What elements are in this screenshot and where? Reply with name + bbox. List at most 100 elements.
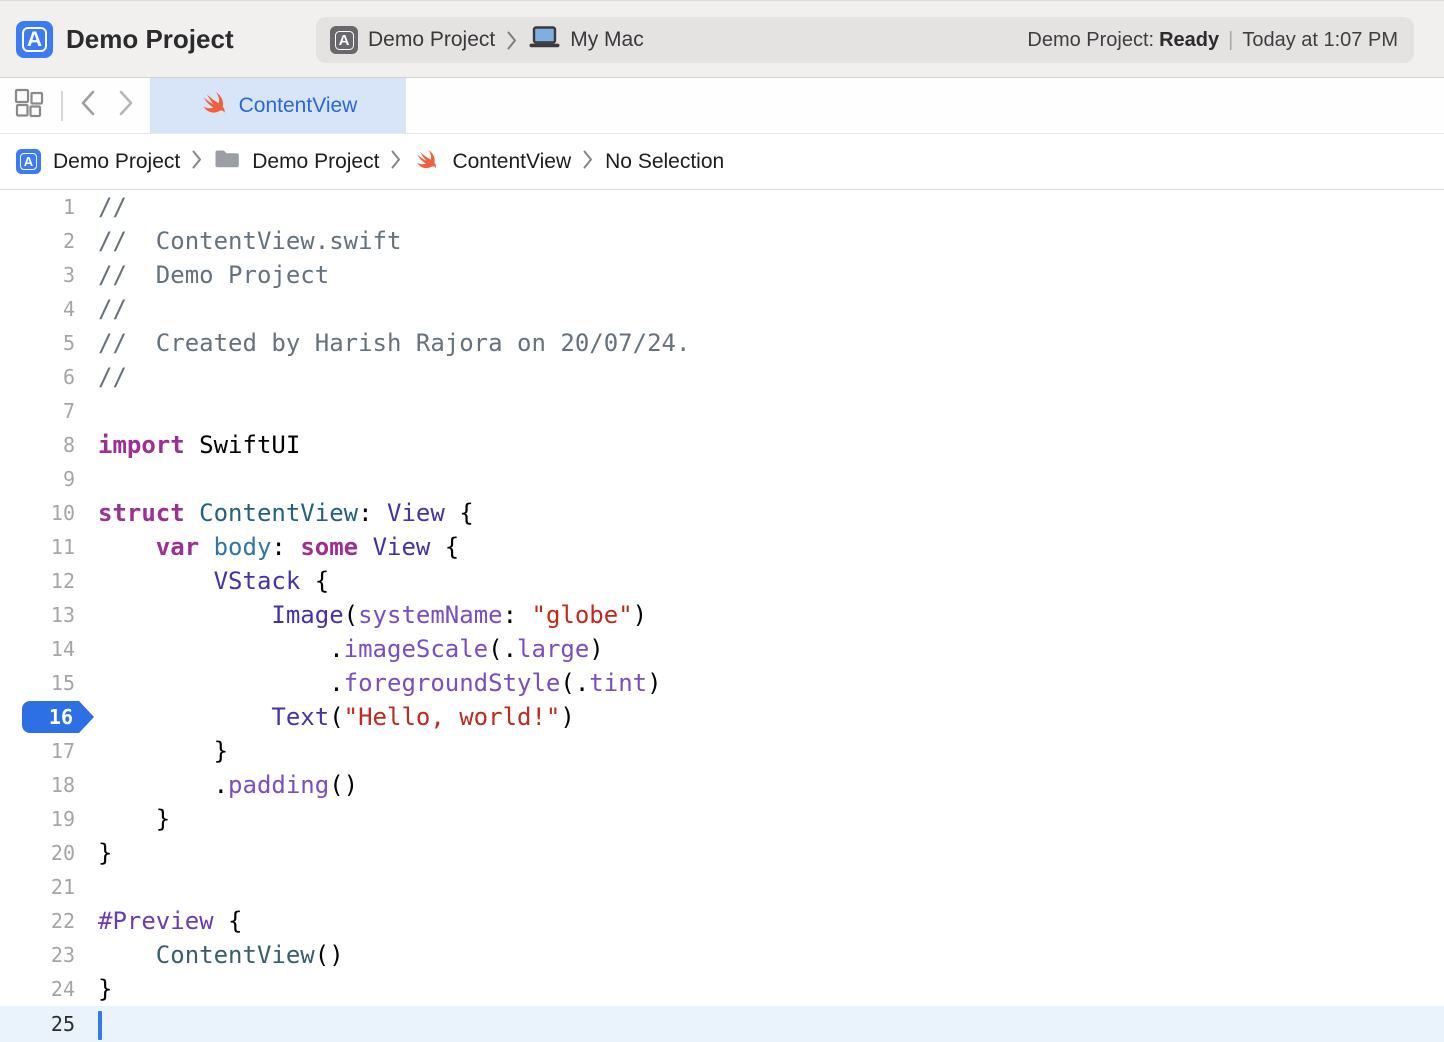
code-text[interactable]: //	[75, 190, 127, 224]
toolbar: A Demo Project A Demo Project My Mac	[0, 0, 1444, 78]
line-number-gutter[interactable]: 4	[0, 292, 75, 326]
editor-grid-button[interactable]	[12, 78, 48, 133]
line-number: 12	[51, 569, 75, 593]
code-line-20[interactable]: 20}	[0, 836, 1444, 870]
code-line-14[interactable]: 14 .imageScale(.large)	[0, 632, 1444, 666]
code-line-2[interactable]: 2// ContentView.swift	[0, 224, 1444, 258]
code-line-7[interactable]: 7	[0, 394, 1444, 428]
line-number-gutter[interactable]: 11	[0, 530, 75, 564]
line-number-gutter[interactable]: 15	[0, 666, 75, 700]
code-line-5[interactable]: 5// Created by Harish Rajora on 20/07/24…	[0, 326, 1444, 360]
code-line-21[interactable]: 21	[0, 870, 1444, 904]
code-line-16[interactable]: 16 Text("Hello, world!")	[0, 700, 1444, 734]
line-number: 20	[51, 841, 75, 865]
code-line-19[interactable]: 19 }	[0, 802, 1444, 836]
code-line-18[interactable]: 18 .padding()	[0, 768, 1444, 802]
line-number: 25	[51, 1012, 75, 1036]
line-number: 16	[49, 705, 73, 729]
line-number-gutter[interactable]: 23	[0, 938, 75, 972]
code-line-10[interactable]: 10struct ContentView: View {	[0, 496, 1444, 530]
line-number-gutter[interactable]: 9	[0, 462, 75, 496]
line-number: 4	[63, 297, 75, 321]
code-line-23[interactable]: 23 ContentView()	[0, 938, 1444, 972]
code-text[interactable]: //	[75, 360, 127, 394]
code-text[interactable]: .foregroundStyle(.tint)	[75, 666, 662, 700]
code-line-9[interactable]: 9	[0, 462, 1444, 496]
code-text[interactable]	[75, 1007, 98, 1041]
line-number-gutter[interactable]: 10	[0, 496, 75, 530]
line-number-gutter[interactable]: 18	[0, 768, 75, 802]
project-app-icon-letter: A	[24, 155, 33, 168]
code-text[interactable]: Image(systemName: "globe")	[75, 598, 647, 632]
line-number-gutter[interactable]: 2	[0, 224, 75, 258]
line-number-gutter[interactable]: 25	[0, 1006, 75, 1042]
code-text[interactable]: // ContentView.swift	[75, 224, 401, 258]
code-line-3[interactable]: 3// Demo Project	[0, 258, 1444, 292]
line-number: 19	[51, 807, 75, 831]
line-number-gutter[interactable]: 14	[0, 632, 75, 666]
code-text[interactable]: .imageScale(.large)	[75, 632, 604, 666]
code-text[interactable]: ContentView()	[75, 938, 344, 972]
code-text[interactable]: // Created by Harish Rajora on 20/07/24.	[75, 326, 690, 360]
code-text[interactable]: }	[75, 802, 170, 836]
line-number: 8	[63, 433, 75, 457]
line-number-gutter[interactable]: 19	[0, 802, 75, 836]
code-line-1[interactable]: 1//	[0, 190, 1444, 224]
code-text[interactable]: //	[75, 292, 127, 326]
code-text[interactable]: Text("Hello, world!")	[75, 700, 575, 734]
code-text[interactable]: VStack {	[75, 564, 329, 598]
code-text[interactable]: .padding()	[75, 768, 358, 802]
line-number-gutter[interactable]: 13	[0, 598, 75, 632]
line-number-gutter[interactable]: 20	[0, 836, 75, 870]
code-text[interactable]: #Preview {	[75, 904, 243, 938]
code-line-11[interactable]: 11 var body: some View {	[0, 530, 1444, 564]
breadcrumb-project[interactable]: Demo Project	[53, 150, 180, 174]
breadcrumb-chevron-icon	[192, 150, 202, 174]
line-number-gutter[interactable]: 22	[0, 904, 75, 938]
status-project-label: Demo Project:	[1027, 29, 1154, 52]
code-text[interactable]: }	[75, 972, 112, 1006]
code-text[interactable]: struct ContentView: View {	[75, 496, 474, 530]
line-number-gutter[interactable]: 24	[0, 972, 75, 1006]
line-number: 14	[51, 637, 75, 661]
code-text[interactable]: // Demo Project	[75, 258, 329, 292]
line-number-gutter[interactable]: 6	[0, 360, 75, 394]
code-text[interactable]: var body: some View {	[75, 530, 459, 564]
line-number-gutter[interactable]: 21	[0, 870, 75, 904]
navigate-back-button[interactable]	[72, 78, 104, 133]
breadcrumb-selection[interactable]: No Selection	[605, 150, 724, 174]
code-text[interactable]: }	[75, 734, 228, 768]
code-line-6[interactable]: 6//	[0, 360, 1444, 394]
code-line-25[interactable]: 25	[0, 1006, 1444, 1042]
line-number-gutter[interactable]: 16	[0, 700, 75, 734]
code-text[interactable]: }	[75, 836, 112, 870]
code-text[interactable]: import SwiftUI	[75, 428, 300, 462]
code-line-24[interactable]: 24}	[0, 972, 1444, 1006]
line-number-gutter[interactable]: 7	[0, 394, 75, 428]
line-number-gutter[interactable]: 17	[0, 734, 75, 768]
line-number-gutter[interactable]: 5	[0, 326, 75, 360]
line-number-gutter[interactable]: 12	[0, 564, 75, 598]
scheme-selector[interactable]: A Demo Project My Mac	[330, 26, 644, 54]
laptop-icon	[529, 26, 560, 54]
code-line-13[interactable]: 13 Image(systemName: "globe")	[0, 598, 1444, 632]
line-number-gutter[interactable]: 3	[0, 258, 75, 292]
run-destination[interactable]: My Mac	[570, 28, 644, 52]
code-line-12[interactable]: 12 VStack {	[0, 564, 1444, 598]
code-editor[interactable]: 1//2// ContentView.swift3// Demo Project…	[0, 190, 1444, 1042]
breadcrumb-file[interactable]: ContentView	[452, 150, 571, 174]
tab-contentview[interactable]: ContentView	[150, 78, 406, 133]
navigate-forward-button[interactable]	[110, 78, 142, 133]
code-line-22[interactable]: 22#Preview {	[0, 904, 1444, 938]
breadcrumb-group[interactable]: Demo Project	[252, 150, 379, 174]
line-number-gutter[interactable]: 8	[0, 428, 75, 462]
code-line-15[interactable]: 15 .foregroundStyle(.tint)	[0, 666, 1444, 700]
line-number: 24	[51, 977, 75, 1001]
code-line-4[interactable]: 4//	[0, 292, 1444, 326]
line-number: 22	[51, 909, 75, 933]
breadcrumb-chevron-icon	[391, 150, 401, 174]
scheme-name[interactable]: Demo Project	[368, 28, 495, 52]
code-line-8[interactable]: 8import SwiftUI	[0, 428, 1444, 462]
code-line-17[interactable]: 17 }	[0, 734, 1444, 768]
line-number-gutter[interactable]: 1	[0, 190, 75, 224]
